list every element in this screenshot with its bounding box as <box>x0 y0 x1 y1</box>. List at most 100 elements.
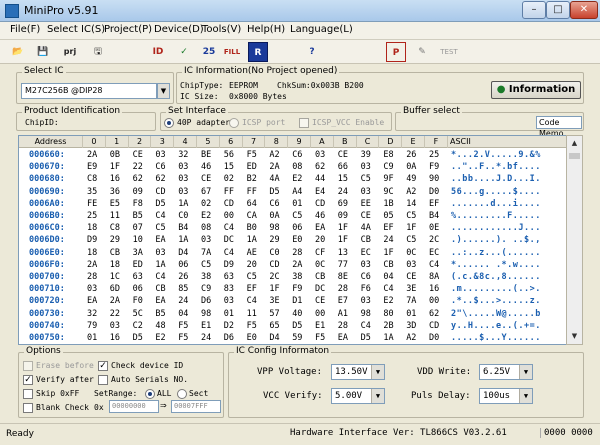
hex-byte[interactable]: C4 <box>429 260 439 272</box>
hex-byte[interactable]: EE <box>361 199 371 211</box>
hex-byte[interactable]: D9 <box>87 235 97 247</box>
hex-byte[interactable]: EA <box>315 223 325 235</box>
hex-byte[interactable]: E9 <box>87 162 97 174</box>
hex-byte[interactable]: E1 <box>201 321 211 333</box>
hex-byte[interactable]: 00 <box>429 296 439 308</box>
hex-byte[interactable]: 8E <box>338 272 348 284</box>
hex-byte[interactable]: 03 <box>361 187 371 199</box>
hex-byte[interactable]: 01 <box>292 199 302 211</box>
hex-byte[interactable]: C9 <box>383 162 393 174</box>
hex-row[interactable]: 0006A0: FE E5 F8 D5 1A 02 CD 64 C6 01 CD 69 EE 1B 14 EF.… <box>19 199 569 211</box>
puls-delay-select[interactable]: 100us ▼ <box>479 388 533 404</box>
hex-byte[interactable]: D0 <box>429 333 439 344</box>
hex-byte[interactable]: 36 <box>110 187 120 199</box>
hex-byte[interactable]: C5 <box>155 223 165 235</box>
hex-byte[interactable]: 04 <box>178 309 188 321</box>
hex-byte[interactable]: CE <box>315 296 325 308</box>
hex-byte[interactable]: B4 <box>429 211 439 223</box>
hex-byte[interactable]: 2A <box>87 150 97 162</box>
hex-byte[interactable]: EA <box>87 296 97 308</box>
hex-byte[interactable]: 0C <box>315 260 325 272</box>
hex-byte[interactable]: DC <box>315 284 325 296</box>
open-icon[interactable]: 📂 <box>8 42 28 62</box>
hex-byte[interactable]: CB <box>315 272 325 284</box>
hex-byte[interactable]: 01 <box>224 309 234 321</box>
hex-byte[interactable]: A2 <box>269 150 279 162</box>
hex-byte[interactable]: 1B <box>383 199 393 211</box>
hex-byte[interactable]: C9 <box>201 284 211 296</box>
hex-byte[interactable]: 85 <box>178 284 188 296</box>
hex-byte[interactable]: 03 <box>201 235 211 247</box>
hex-byte[interactable]: 32 <box>178 150 188 162</box>
vdd-write-select[interactable]: 6.25V ▼ <box>479 364 533 380</box>
hex-byte[interactable]: E2 <box>383 296 393 308</box>
hex-byte[interactable]: F5 <box>178 321 188 333</box>
hex-byte[interactable]: 18 <box>87 223 97 235</box>
hex-byte[interactable]: 48 <box>155 321 165 333</box>
hex-byte[interactable]: 35 <box>87 187 97 199</box>
vpp-voltage-select[interactable]: 13.50V ▼ <box>331 364 385 380</box>
hex-byte[interactable]: EC <box>429 248 439 260</box>
hex-byte[interactable]: 69 <box>338 199 348 211</box>
vcc-verify-select[interactable]: 5.00V ▼ <box>331 388 385 404</box>
read-id-icon[interactable]: ID <box>148 42 168 62</box>
hex-byte[interactable]: 03 <box>155 150 165 162</box>
hex-byte[interactable]: 28 <box>338 321 348 333</box>
hex-byte[interactable]: 8A <box>429 272 439 284</box>
hex-byte[interactable]: D0 <box>429 187 439 199</box>
hex-byte[interactable]: D4 <box>269 333 279 344</box>
hex-byte[interactable]: CB <box>361 235 371 247</box>
close-button[interactable]: ✕ <box>570 1 598 19</box>
hex-byte[interactable]: B0 <box>247 223 257 235</box>
hex-byte[interactable]: EA <box>155 296 165 308</box>
blank-check-checkbox[interactable] <box>23 403 33 413</box>
hex-row[interactable]: 000720: EA 2A F0 EA 24 D6 03 C4 3E D1 CE E7 03 E2 7A 00.… <box>19 296 569 308</box>
help-icon[interactable]: ? <box>302 42 322 62</box>
hex-byte[interactable]: 24 <box>201 333 211 344</box>
hex-byte[interactable]: F5 <box>178 333 188 344</box>
hex-byte[interactable]: 09 <box>133 187 143 199</box>
hex-byte[interactable]: C4 <box>155 211 165 223</box>
hex-byte[interactable]: 03 <box>361 162 371 174</box>
hex-byte[interactable]: C4 <box>224 223 234 235</box>
hex-byte[interactable]: C5 <box>247 272 257 284</box>
information-button[interactable]: ● Information <box>491 81 581 99</box>
buffer-select-field[interactable]: Code Memo <box>536 116 582 138</box>
hex-byte[interactable]: 18 <box>87 248 97 260</box>
hex-row[interactable]: 000660: 2A 0B CE 03 32 BE 56 F5 A2 C6 03 CE 39 E8 26 25 *… <box>19 150 569 162</box>
hex-byte[interactable]: D5 <box>133 333 143 344</box>
hex-byte[interactable]: 1F <box>406 223 416 235</box>
hex-byte[interactable]: 46 <box>201 162 211 174</box>
hex-byte[interactable]: C6 <box>361 272 371 284</box>
hex-byte[interactable]: 63 <box>133 272 143 284</box>
hex-byte[interactable]: 4A <box>361 223 371 235</box>
hex-byte[interactable]: E5 <box>110 199 120 211</box>
hex-row[interactable]: 000690: 35 36 09 CD 03 67 FF FF D5 A4 E4 24 03 9C A2 D0 5… <box>19 187 569 199</box>
hex-byte[interactable]: 03 <box>87 284 97 296</box>
hex-byte[interactable]: 2A <box>269 162 279 174</box>
hex-byte[interactable]: CD <box>269 260 279 272</box>
hex-byte[interactable]: C4 <box>383 284 393 296</box>
hex-byte[interactable]: 24 <box>338 187 348 199</box>
range-end-input[interactable]: 00007FFF <box>171 400 221 413</box>
hex-byte[interactable]: FE <box>87 199 97 211</box>
hex-byte[interactable]: 98 <box>361 309 371 321</box>
hex-byte[interactable]: 1F <box>383 248 393 260</box>
fill-icon[interactable]: FILL <box>222 42 242 62</box>
hex-row[interactable]: 000750: 01 16 D5 E2 F5 24 D6 E0 D4 59 F5 EA D5 1A A2 D0.… <box>19 333 569 344</box>
hex-byte[interactable]: 0A <box>406 162 416 174</box>
hex-row[interactable]: 000740: 79 03 C2 48 F5 E1 D2 F5 65 D5 E1 28 C4 2B 3D CD y… <box>19 321 569 333</box>
hex-editor[interactable]: Address 0 1 2 3 4 5 6 7 8 9 A B C D E F ASCII 000660: 2A 0B… <box>18 135 583 345</box>
menu-tools[interactable]: Tools(V) <box>202 24 241 35</box>
hex-byte[interactable]: 4A <box>269 174 279 186</box>
hex-byte[interactable]: D6 <box>224 333 234 344</box>
hex-byte[interactable]: 26 <box>406 150 416 162</box>
hex-byte[interactable]: FF <box>224 187 234 199</box>
hex-byte[interactable]: C2 <box>133 321 143 333</box>
hex-byte[interactable]: EF <box>429 199 439 211</box>
hex-byte[interactable]: B5 <box>133 211 143 223</box>
hex-byte[interactable]: 2A <box>110 296 120 308</box>
hex-byte[interactable]: 06 <box>133 284 143 296</box>
hex-byte[interactable]: 18 <box>110 260 120 272</box>
hex-byte[interactable]: 24 <box>178 296 188 308</box>
